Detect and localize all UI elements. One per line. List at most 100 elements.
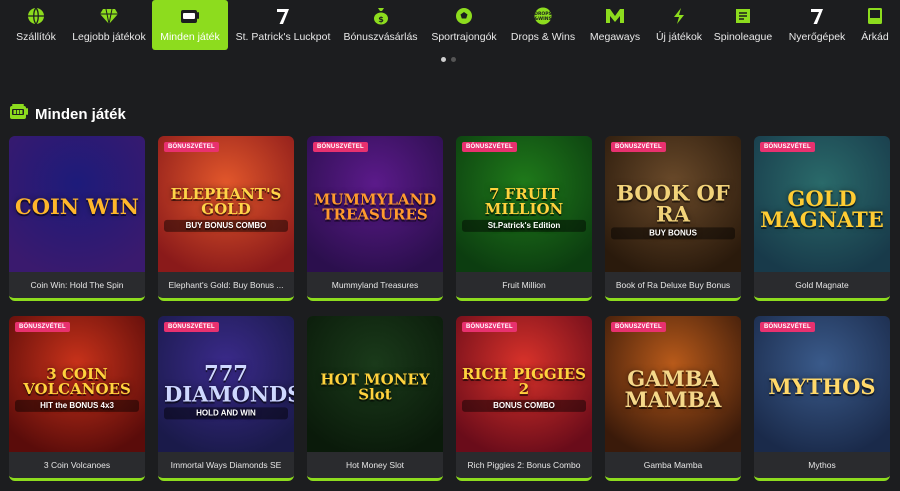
game-title[interactable]: Book of Ra Deluxe Buy Bonus: [605, 272, 741, 298]
game-title[interactable]: Immortal Ways Diamonds SE: [158, 452, 294, 478]
lightning-icon: [669, 6, 689, 26]
section-title: Minden játék: [35, 106, 126, 123]
seven-icon: [273, 6, 293, 26]
diamond-icon: [99, 6, 119, 26]
nav-item-bónuszvásárlás[interactable]: $ Bónuszvásárlás: [338, 0, 423, 50]
game-title[interactable]: Coin Win: Hold The Spin: [9, 272, 145, 298]
game-logo: 3 COIN VOLCANOES HIT the BONUS 4x3: [15, 364, 139, 412]
game-title[interactable]: Gamba Mamba: [605, 452, 741, 478]
game-logo: GAMBA MAMBA: [611, 368, 735, 410]
nav-item-label: Új játékok: [655, 31, 703, 43]
game-card[interactable]: 7 FRUIT MILLION St.Patrick's Edition BÓNUS…: [456, 136, 592, 301]
game-logo: RICH PIGGIES 2 BONUS COMBO: [462, 364, 587, 412]
game-title[interactable]: Hot Money Slot: [307, 452, 443, 478]
game-thumbnail[interactable]: MUMMYLAND TREASURES BÓNUSZVÉTEL: [307, 136, 443, 272]
game-logo-text: COIN WIN: [15, 194, 139, 220]
game-card[interactable]: BOOK OF RA BUY BONUS BÓNUSZVÉTEL Book of Ra…: [605, 136, 741, 301]
game-logo-subtitle: BUY BONUS: [611, 227, 735, 240]
category-nav: Szállítók Legjobb játékok Minden játék St. …: [0, 0, 900, 56]
game-logo-subtitle: St.Patrick's Edition: [462, 219, 586, 232]
game-title[interactable]: Gold Magnate: [754, 272, 890, 298]
game-logo-subtitle: HOLD AND WIN: [164, 407, 288, 420]
game-logo: BOOK OF RA BUY BONUS: [611, 180, 735, 240]
game-thumbnail[interactable]: 777 DIAMONDS HOLD AND WIN BÓNUSZVÉTEL: [158, 316, 294, 452]
game-logo-text: GAMBA MAMBA: [624, 366, 722, 413]
game-thumbnail[interactable]: MYTHOS BÓNUSZVÉTEL: [754, 316, 890, 452]
nav-item-label: Szállítók: [16, 31, 56, 43]
bonus-buy-badge: BÓNUSZVÉTEL: [462, 322, 517, 332]
game-logo-subtitle: HIT the BONUS 4x3: [15, 399, 139, 412]
bonus-buy-badge: BÓNUSZVÉTEL: [462, 142, 517, 152]
game-logo-text: 7 FRUIT MILLION: [484, 184, 564, 218]
bonus-buy-badge: BÓNUSZVÉTEL: [164, 322, 219, 332]
nav-item-label: Nyerőgépek: [788, 31, 846, 43]
game-card[interactable]: 3 COIN VOLCANOES HIT the BONUS 4x3 BÓNUSZV…: [9, 316, 145, 481]
game-title[interactable]: 3 Coin Volcanoes: [9, 452, 145, 478]
arcade-icon: [865, 6, 885, 26]
slot-machine-icon: [9, 103, 29, 126]
nav-item-nyerőgépek[interactable]: Nyerőgépek: [782, 0, 852, 50]
bonus-buy-badge: BÓNUSZVÉTEL: [611, 142, 666, 152]
game-card[interactable]: HOT MONEY Slot Hot Money Slot: [307, 316, 443, 481]
nav-item-st-patrick-s-luckpot[interactable]: St. Patrick's Luckpot: [231, 0, 335, 50]
game-logo-text: 777 DIAMONDS: [164, 360, 294, 407]
game-title[interactable]: Mummyland Treasures: [307, 272, 443, 298]
game-title[interactable]: Rich Piggies 2: Bonus Combo: [456, 452, 592, 478]
drops-wins-icon: DROPS &WINS: [533, 6, 553, 26]
game-thumbnail[interactable]: HOT MONEY Slot: [307, 316, 443, 452]
nav-item-legjobb-játékok[interactable]: Legjobb játékok: [68, 0, 150, 50]
nav-item-spinoleague[interactable]: Spinoleague: [710, 0, 776, 50]
game-card[interactable]: RICH PIGGIES 2 BONUS COMBO BÓNUSZVÉTEL Rich…: [456, 316, 592, 481]
game-thumbnail[interactable]: 3 COIN VOLCANOES HIT the BONUS 4x3 BÓNUSZV…: [9, 316, 145, 452]
game-logo-text: 3 COIN VOLCANOES: [23, 364, 131, 398]
game-logo-text: MYTHOS: [768, 374, 876, 400]
bonus-buy-badge: BÓNUSZVÉTEL: [611, 322, 666, 332]
nav-item-label: Bónuszvásárlás: [343, 31, 418, 43]
seven-icon: [807, 6, 827, 26]
game-thumbnail[interactable]: COIN WIN: [9, 136, 145, 272]
nav-item-árkád[interactable]: Árkád: [855, 0, 895, 50]
game-title[interactable]: Mythos: [754, 452, 890, 478]
game-thumbnail[interactable]: GAMBA MAMBA BÓNUSZVÉTEL: [605, 316, 741, 452]
game-thumbnail[interactable]: GOLD MAGNATE BÓNUSZVÉTEL: [754, 136, 890, 272]
bonus-buy-badge: BÓNUSZVÉTEL: [313, 142, 368, 152]
section-header: Minden játék: [9, 103, 126, 126]
game-card[interactable]: MYTHOS BÓNUSZVÉTEL Mythos: [754, 316, 890, 481]
game-logo: 777 DIAMONDS HOLD AND WIN: [164, 362, 294, 420]
nav-item-új-játékok[interactable]: Új játékok: [648, 0, 710, 50]
nav-item-sportrajongók[interactable]: Sportrajongók: [426, 0, 502, 50]
pagination-dot[interactable]: [451, 57, 456, 62]
nav-item-label: St. Patrick's Luckpot: [235, 31, 331, 43]
bonus-buy-badge: BÓNUSZVÉTEL: [760, 142, 815, 152]
money-bag-icon: $: [371, 6, 391, 26]
game-card[interactable]: MUMMYLAND TREASURES BÓNUSZVÉTEL Mummyland …: [307, 136, 443, 301]
nav-item-label: Sportrajongók: [431, 31, 497, 43]
slot-machine-icon: [180, 6, 200, 26]
game-logo: MUMMYLAND TREASURES: [313, 190, 437, 224]
pagination-dot-active[interactable]: [441, 57, 446, 62]
game-thumbnail[interactable]: RICH PIGGIES 2 BONUS COMBO BÓNUSZVÉTEL: [456, 316, 592, 452]
game-logo: ELEPHANT'S GOLD BUY BONUS COMBO: [164, 186, 288, 232]
game-logo-text: RICH PIGGIES 2: [462, 364, 587, 398]
ball-icon: [454, 6, 474, 26]
game-logo-text: HOT MONEY Slot: [320, 370, 430, 404]
nav-item-megaways[interactable]: Megaways: [584, 0, 646, 50]
game-title[interactable]: Elephant's Gold: Buy Bonus ...: [158, 272, 294, 298]
nav-item-szállítók[interactable]: Szállítók: [8, 0, 64, 50]
game-thumbnail[interactable]: ELEPHANT'S GOLD BUY BONUS COMBO BÓNUSZVÉTE…: [158, 136, 294, 272]
game-card[interactable]: COIN WIN Coin Win: Hold The Spin: [9, 136, 145, 301]
game-logo-text: MUMMYLAND TREASURES: [313, 190, 437, 224]
game-thumbnail[interactable]: BOOK OF RA BUY BONUS BÓNUSZVÉTEL: [605, 136, 741, 272]
game-title[interactable]: Fruit Million: [456, 272, 592, 298]
game-card[interactable]: ELEPHANT'S GOLD BUY BONUS COMBO BÓNUSZVÉTE…: [158, 136, 294, 301]
game-card[interactable]: GAMBA MAMBA BÓNUSZVÉTEL Gamba Mamba: [605, 316, 741, 481]
game-card[interactable]: GOLD MAGNATE BÓNUSZVÉTEL Gold Magnate: [754, 136, 890, 301]
game-logo-text: BOOK OF RA: [616, 180, 730, 227]
game-thumbnail[interactable]: 7 FRUIT MILLION St.Patrick's Edition BÓNUS…: [456, 136, 592, 272]
nav-item-label: Legjobb játékok: [72, 31, 146, 43]
game-card[interactable]: 777 DIAMONDS HOLD AND WIN BÓNUSZVÉTEL Immor…: [158, 316, 294, 481]
nav-item-minden-játék[interactable]: Minden játék: [152, 0, 228, 50]
bonus-buy-badge: BÓNUSZVÉTEL: [760, 322, 815, 332]
nav-item-drops-wins[interactable]: DROPS &WINS Drops & Wins: [506, 0, 580, 50]
bonus-buy-badge: BÓNUSZVÉTEL: [15, 322, 70, 332]
